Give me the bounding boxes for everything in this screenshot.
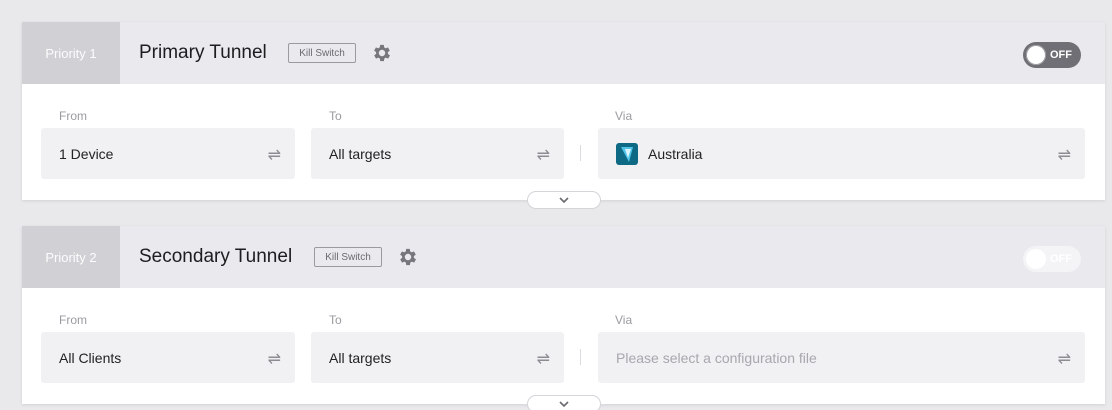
via-placeholder: Please select a configuration file (616, 349, 817, 366)
from-selector[interactable]: All Clients ⇌ (41, 332, 295, 383)
expand-button[interactable] (527, 395, 601, 410)
tunnel-header: Priority 1 Primary Tunnel Kill Switch OF… (22, 22, 1105, 84)
via-value: Australia (648, 145, 703, 162)
from-value: All Clients (59, 349, 122, 366)
from-label: From (59, 313, 87, 327)
from-label: From (59, 109, 87, 123)
via-selector[interactable]: Australia ⇌ (598, 128, 1085, 179)
to-label: To (329, 109, 342, 123)
from-selector[interactable]: 1 Device ⇌ (41, 128, 295, 179)
tunnel-header: Priority 2 Secondary Tunnel Kill Switch … (22, 226, 1105, 288)
gear-icon[interactable] (371, 42, 393, 64)
chevron-down-icon (559, 401, 569, 408)
swap-arrows-icon: ⇌ (536, 147, 550, 164)
priority-tab: Priority 2 (22, 226, 120, 288)
swap-arrows-icon: ⇌ (1057, 147, 1071, 164)
toggle-knob (1026, 249, 1046, 269)
tunnel-card-primary: Priority 1 Primary Tunnel Kill Switch OF… (22, 22, 1105, 209)
swap-arrows-icon: ⇌ (1057, 351, 1071, 368)
toggle-knob (1026, 45, 1046, 65)
tunnel-name: Secondary Tunnel (139, 246, 293, 267)
tunnel-card-secondary: Priority 2 Secondary Tunnel Kill Switch … (22, 226, 1105, 410)
priority-tab: Priority 1 (22, 22, 120, 84)
vpn-provider-icon (616, 142, 638, 165)
to-value: All targets (329, 145, 392, 162)
to-selector[interactable]: All targets ⇌ (311, 128, 564, 179)
swap-arrows-icon: ⇌ (267, 147, 281, 164)
to-label: To (329, 313, 342, 327)
toggle-label: OFF (1050, 49, 1072, 61)
expand-button[interactable] (527, 191, 601, 209)
via-label: Via (615, 313, 633, 327)
to-value: All targets (329, 349, 392, 366)
to-selector[interactable]: All targets ⇌ (311, 332, 564, 383)
toggle-label: OFF (1050, 253, 1072, 265)
divider (580, 145, 581, 161)
via-selector[interactable]: Please select a configuration file ⇌ (598, 332, 1085, 383)
divider (580, 349, 581, 365)
from-value: 1 Device (59, 145, 114, 162)
kill-switch-badge: Kill Switch (288, 43, 356, 63)
tunnel-toggle[interactable]: OFF (1023, 246, 1081, 272)
swap-arrows-icon: ⇌ (536, 351, 550, 368)
swap-arrows-icon: ⇌ (267, 351, 281, 368)
kill-switch-badge: Kill Switch (314, 247, 382, 267)
chevron-down-icon (559, 197, 569, 204)
tunnel-toggle[interactable]: OFF (1023, 42, 1081, 68)
via-label: Via (615, 109, 633, 123)
gear-icon[interactable] (397, 246, 419, 268)
tunnel-name: Primary Tunnel (139, 42, 267, 63)
